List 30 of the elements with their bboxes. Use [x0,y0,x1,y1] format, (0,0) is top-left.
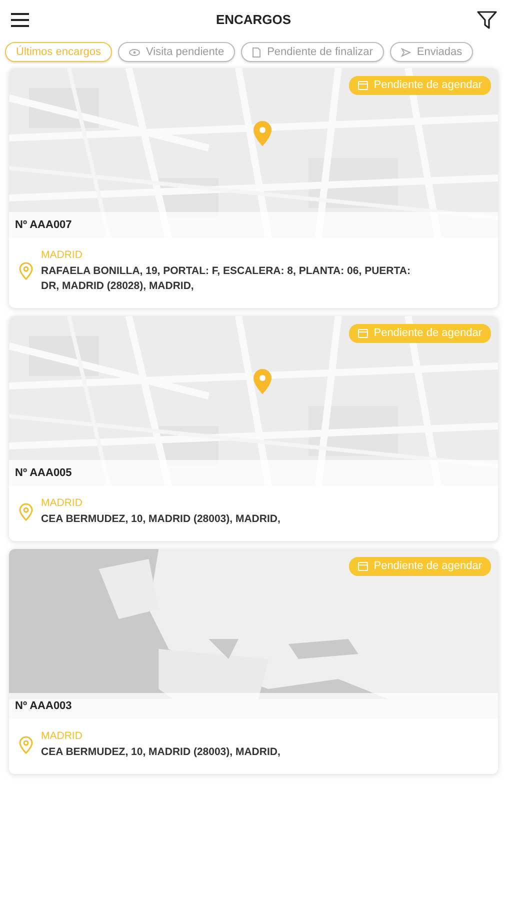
menu-button[interactable] [10,13,30,27]
order-number: Nº AAA007 [9,212,498,238]
status-badge: Pendiente de agendar [348,557,491,576]
menu-icon [10,13,30,27]
eye-icon [128,48,140,56]
status-badge: Pendiente de agendar [348,324,491,343]
address-text: RAFAELA BONILLA, 19, PORTAL: F, ESCALERA: 8, PLANTA: 06, PUERTA: DR, MADRID (28028), MADRID, [41,264,412,294]
location-pin-icon [19,262,33,280]
city-label: MADRID [41,729,84,744]
filter-chip[interactable]: Visita pendiente [118,42,236,62]
filter-chip[interactable]: Enviadas [390,42,474,62]
status-badge: Pendiente de agendar [348,76,491,94]
city-label: MADRID [41,496,84,512]
location-pin-icon [19,502,33,521]
address-text: CEA BERMUDEZ, 10, MADRID (28003), MADRID, [41,744,280,760]
filter-chip[interactable]: Últimos encargos [5,42,112,62]
filter-icon [477,11,497,29]
address-text: CEA BERMUDEZ, 10, MADRID (28003), MADRID, [41,512,280,527]
page-title: ENCARGOS [216,12,292,28]
city-label: MADRID [41,248,84,263]
filter-button[interactable] [477,11,497,29]
send-icon [400,48,411,56]
calendar-icon [358,561,368,572]
filter-chip[interactable]: Pendiente de finalizar [241,42,384,62]
calendar-icon [358,80,368,90]
document-icon [252,46,262,58]
location-pin-icon [19,736,33,754]
calendar-icon [358,328,368,338]
order-number: Nº AAA005 [9,460,498,486]
order-number: Nº AAA003 [9,692,498,720]
